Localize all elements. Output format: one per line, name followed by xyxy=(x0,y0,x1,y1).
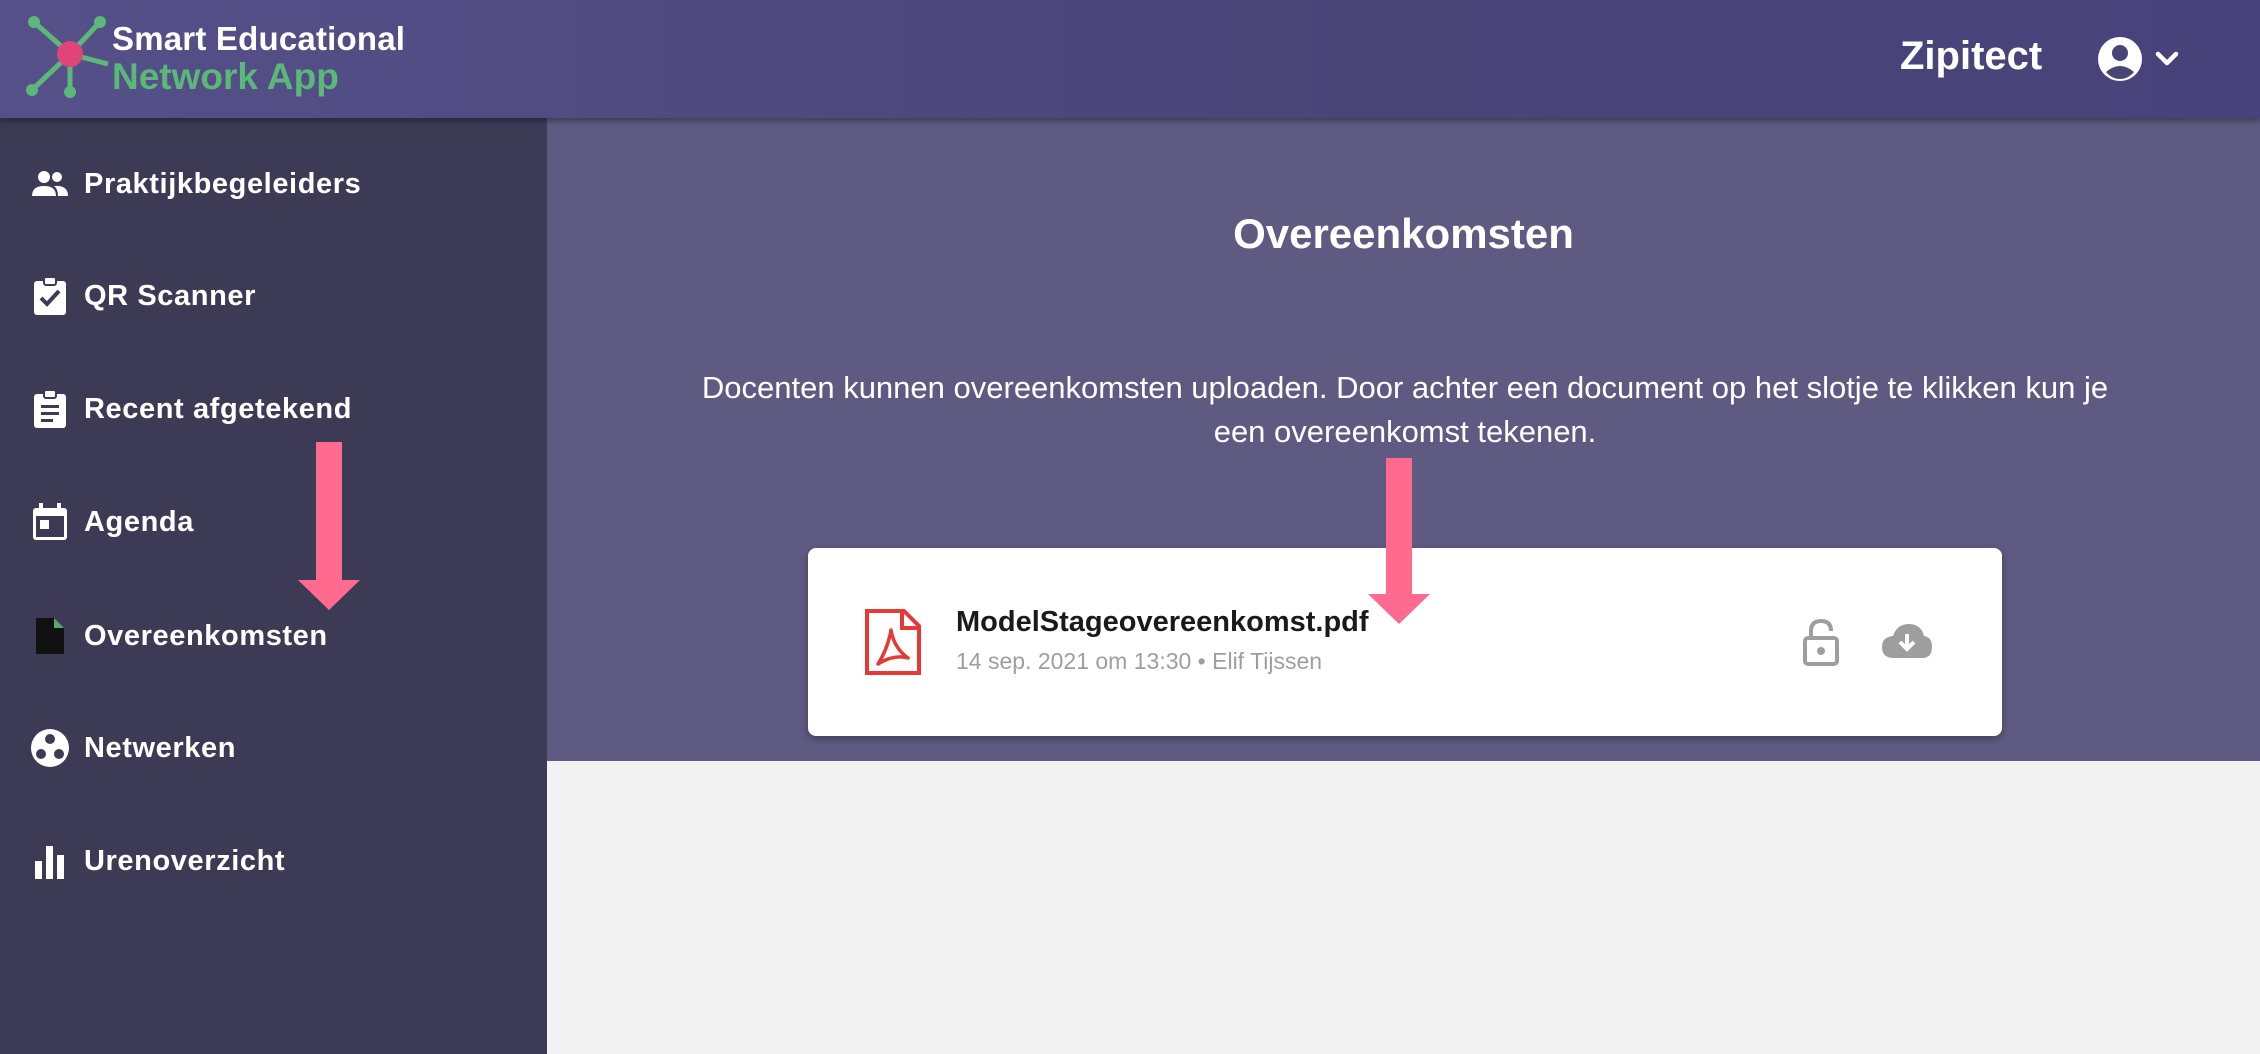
clipboard-check-icon xyxy=(34,276,66,315)
network-logo-icon[interactable] xyxy=(22,14,122,104)
document-meta: 14 sep. 2021 om 13:30 • Elif Tijssen xyxy=(956,648,1323,674)
sidebar-item-overeenkomsten[interactable]: Overeenkomsten xyxy=(0,590,547,682)
brand-subtitle: Network App xyxy=(112,56,339,97)
sidebar-item-label: Agenda xyxy=(84,505,194,538)
sidebar-item-praktijkbegeleiders[interactable]: Praktijkbegeleiders xyxy=(0,138,547,230)
brand-title: Smart Educational xyxy=(112,20,406,57)
document-icon xyxy=(36,618,64,654)
clipboard-list-icon xyxy=(34,389,66,428)
sidebar-item-label: Netwerken xyxy=(84,731,237,764)
bar-chart-icon xyxy=(35,846,64,879)
organization-name: Zipitect xyxy=(1900,34,2043,78)
sidebar-item-label: Recent afgetekend xyxy=(84,392,353,425)
sign-lock-button[interactable] xyxy=(1802,618,1840,666)
sidebar-item-recent-afgetekend[interactable]: Recent afgetekend xyxy=(0,363,547,455)
annotation-arrow-sidebar xyxy=(298,442,360,610)
sidebar-nav: Praktijkbegeleiders QR Scanner Recent af… xyxy=(0,118,547,1054)
annotation-arrow-document xyxy=(1368,458,1430,624)
document-name[interactable]: ModelStageovereenkomst.pdf xyxy=(956,606,1369,639)
sidebar-item-label: Overeenkomsten xyxy=(84,619,328,652)
sidebar-item-netwerken[interactable]: Netwerken xyxy=(0,702,547,794)
calendar-icon xyxy=(33,503,67,540)
cloud-download-icon xyxy=(1882,624,1932,658)
network-icon xyxy=(31,729,69,767)
sidebar-item-urenoverzicht[interactable]: Urenoverzicht xyxy=(0,815,547,907)
app-header: Smart Educational Network App Zipitect xyxy=(0,0,2260,118)
sidebar-item-label: Urenoverzicht xyxy=(84,844,286,877)
pdf-icon xyxy=(865,609,921,675)
chevron-down-icon xyxy=(2155,51,2179,66)
sidebar-item-qr-scanner[interactable]: QR Scanner xyxy=(0,250,547,342)
sidebar-item-label: Praktijkbegeleiders xyxy=(84,167,362,200)
page-title: Overeenkomsten xyxy=(1233,210,1574,257)
sidebar-item-label: QR Scanner xyxy=(84,279,256,312)
people-icon xyxy=(32,171,68,196)
sidebar-item-agenda[interactable]: Agenda xyxy=(0,476,547,568)
lock-icon xyxy=(1803,618,1839,666)
account-circle-icon xyxy=(2098,37,2142,81)
download-button[interactable] xyxy=(1880,620,1934,662)
intro-text: Docenten kunnen overeenkomsten uploaden.… xyxy=(701,370,2109,449)
account-menu-button[interactable] xyxy=(2096,34,2192,84)
